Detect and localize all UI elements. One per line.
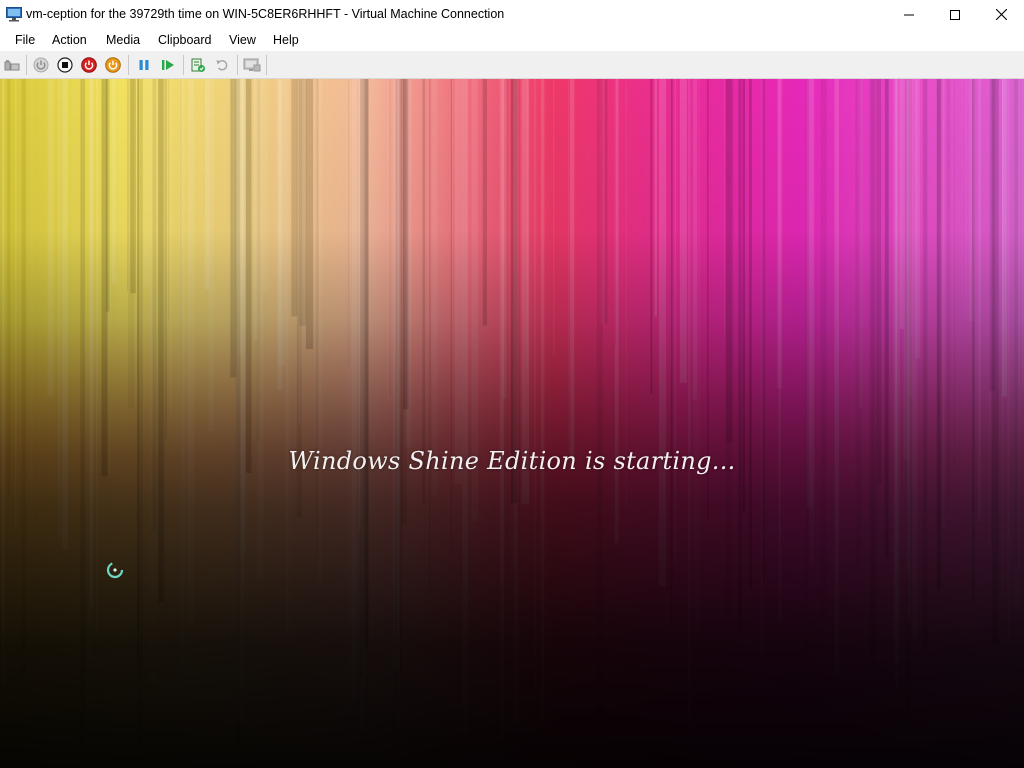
enhanced-session-icon [243, 58, 261, 72]
pause-icon [139, 60, 149, 70]
checkpoint-button[interactable] [189, 56, 207, 74]
shutdown-icon [81, 57, 97, 73]
ctrl-alt-del-button[interactable] [3, 56, 21, 74]
checkpoint-icon [191, 58, 205, 72]
menu-file[interactable]: File [15, 33, 35, 47]
power-icon [33, 57, 49, 73]
toolbar-separator [26, 55, 27, 75]
enhanced-session-button[interactable] [243, 56, 261, 74]
boot-message: Windows Shine Edition is starting... [288, 447, 736, 475]
minimize-icon [904, 14, 914, 15]
toolbar-separator [183, 55, 184, 75]
save-button[interactable] [104, 56, 122, 74]
maximize-button[interactable] [932, 0, 978, 29]
revert-button[interactable] [213, 56, 231, 74]
menu-bar: File Action Media Clipboard View Help [0, 29, 1024, 51]
turn-off-button[interactable] [56, 56, 74, 74]
menu-view[interactable]: View [229, 33, 256, 47]
close-button[interactable] [978, 0, 1024, 29]
revert-icon [216, 60, 228, 71]
menu-clipboard[interactable]: Clipboard [158, 33, 212, 47]
virtual-machine-icon [6, 7, 22, 22]
stop-icon [57, 57, 73, 73]
title-bar: vm-ception for the 39729th time on WIN-5… [0, 0, 1024, 29]
window-title: vm-ception for the 39729th time on WIN-5… [26, 7, 505, 21]
ctrl-alt-del-icon [4, 60, 20, 71]
close-icon [995, 9, 1007, 20]
toolbar-separator [128, 55, 129, 75]
menu-action[interactable]: Action [52, 33, 87, 47]
maximize-icon [950, 9, 960, 20]
pause-button[interactable] [135, 56, 153, 74]
boot-background [0, 79, 1024, 768]
menu-media[interactable]: Media [106, 33, 140, 47]
start-button[interactable] [32, 56, 50, 74]
toolbar-separator [237, 55, 238, 75]
menu-help[interactable]: Help [273, 33, 299, 47]
resume-button[interactable] [159, 56, 177, 74]
save-state-icon [105, 57, 121, 73]
loading-spinner-icon [106, 561, 124, 579]
toolbar-separator [266, 55, 267, 75]
shut-down-button[interactable] [80, 56, 98, 74]
minimize-button[interactable] [886, 0, 932, 29]
toolbar [0, 51, 1024, 79]
vm-display[interactable]: Windows Shine Edition is starting... [0, 79, 1024, 768]
play-icon [162, 60, 174, 70]
